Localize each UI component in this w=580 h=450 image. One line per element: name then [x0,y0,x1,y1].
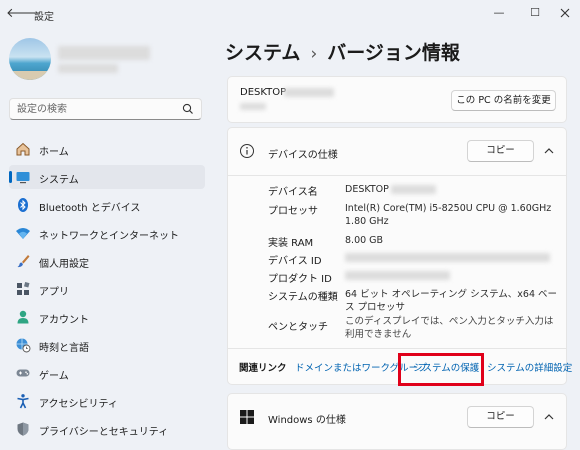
spec-value-device-name: DESKTOP [345,184,389,195]
home-icon [16,142,30,156]
sidebar-item-label: Bluetooth とデバイス [39,203,141,214]
sidebar-item-home[interactable]: ホーム [9,137,205,161]
sidebar-item-privacy-security[interactable]: プライバシーとセキュリティ [9,417,205,441]
spec-label: プロダクト ID [268,274,332,285]
spec-label: デバイス ID [268,256,322,267]
app-title: 設定 [34,12,54,23]
search-box[interactable] [9,98,202,120]
sidebar-item-label: アカウント [39,315,89,326]
sidebar-item-gaming[interactable]: ゲーム [9,361,205,385]
device-specs-title: デバイスの仕様 [268,150,338,161]
windows-specs-card[interactable]: Windows の仕様 コピー [227,393,567,450]
sidebar-item-label: 時刻と言語 [39,343,89,354]
sidebar-item-accessibility[interactable]: アクセシビリティ [9,389,205,413]
related-links-row: 関連リンク ドメインまたはワークグループ システムの保護 システムの詳細設定 [228,348,572,386]
avatar[interactable] [9,38,51,80]
active-indicator [9,171,12,183]
spec-value-ram: 8.00 GB [345,235,384,246]
breadcrumb-parent[interactable]: システム [225,42,300,64]
sidebar-item-label: アプリ [39,287,69,298]
title-bar: 🡐 設定 — ☐ [0,0,580,30]
wifi-icon [16,228,30,239]
advanced-system-settings-link[interactable]: システムの詳細設定 [487,360,572,374]
device-id-redacted [345,253,550,262]
product-id-redacted [345,271,450,280]
copy-device-specs-button[interactable]: コピー [467,140,534,162]
chevron-up-icon[interactable] [542,410,556,424]
info-icon [240,144,254,158]
sidebar-item-label: アクセシビリティ [39,399,118,410]
spec-value-pen-touch: このディスプレイでは、ペン入力とタッチ入力は利用できません [345,316,554,340]
spec-label: プロセッサ [268,206,318,217]
spec-label: デバイス名 [268,187,318,198]
device-name: DESKTOP [240,87,287,98]
spec-value-processor: Intel(R) Core(TM) i5-8250U CPU @ 1.60GHz… [345,203,552,227]
accessibility-icon [17,394,29,409]
sidebar-item-system[interactable]: システム [9,165,205,189]
sidebar-item-label: 個人用設定 [39,259,89,270]
bluetooth-icon [18,198,28,212]
brush-icon [17,255,30,268]
sidebar-item-network[interactable]: ネットワークとインターネット [9,221,205,245]
system-icon [16,172,30,184]
globe-clock-icon [16,338,31,353]
user-name-redacted [58,46,150,60]
highlight-annotation-box [398,353,484,386]
sidebar-item-label: ネットワークとインターネット [39,231,179,242]
search-input[interactable] [17,102,177,116]
sidebar-item-label: システム [39,175,79,186]
spec-label: システムの種類 [268,292,338,303]
sidebar-item-label: ホーム [39,147,69,158]
sidebar-item-personalization[interactable]: 個人用設定 [9,249,205,273]
sidebar-item-label: プライバシーとセキュリティ [39,427,169,438]
copy-windows-specs-button[interactable]: コピー [467,406,534,428]
account-icon [17,310,29,324]
rename-pc-button[interactable]: この PC の名前を変更 [451,90,556,111]
minimize-button[interactable]: — [484,2,514,24]
apps-icon [17,282,30,295]
device-model-redacted [240,103,266,110]
breadcrumb: システム › バージョン情報 [225,38,460,65]
chevron-up-icon[interactable] [542,144,556,158]
related-links-label: 関連リンク [239,363,287,374]
device-name-card: DESKTOP この PC の名前を変更 [227,76,567,123]
spec-label: ペンとタッチ [268,322,328,333]
close-button[interactable] [550,2,580,24]
device-name-redacted [391,185,436,194]
spec-value-system-type: 64 ビット オペレーティング システム、x64 ベース プロセッサ [345,289,558,313]
sidebar-item-label: ゲーム [39,371,69,382]
user-email-redacted [58,64,118,73]
search-icon[interactable] [181,102,195,116]
page-title: バージョン情報 [327,42,460,64]
shield-icon [17,422,29,436]
breadcrumb-separator: › [310,44,318,64]
device-specs-header[interactable]: デバイスの仕様 コピー [228,128,566,176]
back-button[interactable]: 🡐 [6,4,41,24]
sidebar-item-apps[interactable]: アプリ [9,277,205,301]
sidebar-item-time-language[interactable]: 時刻と言語 [9,333,205,357]
spec-label: 実装 RAM [268,238,314,249]
windows-specs-title: Windows の仕様 [268,415,346,426]
sidebar-item-bluetooth[interactable]: Bluetooth とデバイス [9,193,205,217]
device-name-redacted [284,88,334,97]
windows-logo-icon [240,410,254,424]
sidebar-item-accounts[interactable]: アカウント [9,305,205,329]
close-icon [560,8,570,18]
gamepad-icon [16,369,30,377]
maximize-button[interactable]: ☐ [520,2,550,24]
device-specs-card: デバイスの仕様 コピー デバイス名 DESKTOP プロセッサ Intel(R)… [227,127,572,386]
